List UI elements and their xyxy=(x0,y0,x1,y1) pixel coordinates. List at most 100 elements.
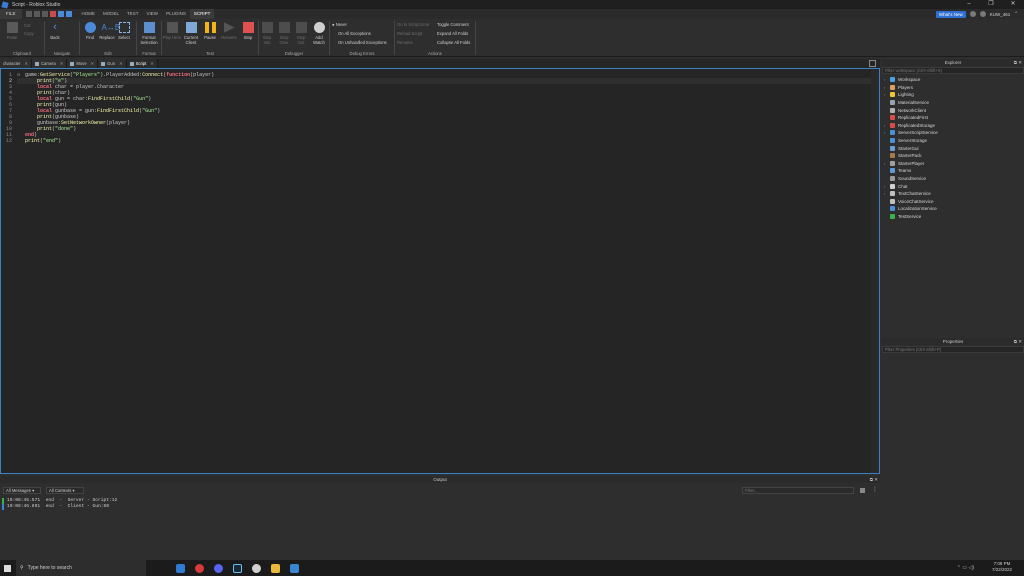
explorer-item[interactable]: › StarterPlayer xyxy=(884,160,1022,168)
taskbar-search-box[interactable]: ⚲ Type here to search xyxy=(16,560,146,576)
go-to-script-error-button[interactable]: Go to Script Error xyxy=(397,22,430,27)
steam-icon[interactable] xyxy=(233,563,242,573)
code-text[interactable]: game:GetService("Players").PlayerAdded:C… xyxy=(25,72,214,144)
play-here-button[interactable]: Play Here xyxy=(162,22,182,40)
explorer-item[interactable]: › Players xyxy=(884,84,1022,92)
file-menu[interactable]: FILE xyxy=(0,9,22,19)
collapse-ribbon-icon[interactable]: ⌃ xyxy=(1014,11,1018,17)
add-watch-button[interactable]: Add Watch xyxy=(310,22,328,45)
stop-button[interactable]: Stop xyxy=(238,22,258,40)
explorer-item[interactable]: ServerStorage xyxy=(884,137,1022,145)
doc-tab-gun[interactable]: Gun ✕ xyxy=(98,59,127,68)
explorer-item[interactable]: › Lighting xyxy=(884,91,1022,99)
file-explorer-icon[interactable] xyxy=(271,563,280,573)
clock[interactable]: 7:08 PM 7/22/2022 xyxy=(992,561,1012,573)
rename-button[interactable]: Rename xyxy=(397,40,413,45)
expand-all-folds-button[interactable]: Expand All Folds xyxy=(437,31,468,36)
output-panel-controls[interactable]: ⧉ ✕ xyxy=(870,476,878,483)
tab-view[interactable]: VIEW xyxy=(143,9,163,19)
save-icon[interactable] xyxy=(25,11,32,17)
close-button[interactable]: ✕ xyxy=(1002,0,1024,9)
explorer-item[interactable]: Teams xyxy=(884,167,1022,175)
obs-icon[interactable] xyxy=(252,563,261,573)
copy-icon[interactable] xyxy=(33,11,40,17)
format-selection-button[interactable]: Format Selection xyxy=(137,22,161,45)
duplicate-icon[interactable] xyxy=(41,11,48,17)
explorer-item[interactable]: › ServerScriptService xyxy=(884,129,1022,137)
redo-icon[interactable] xyxy=(65,11,72,17)
tab-plugins[interactable]: PLUGINS xyxy=(162,9,190,19)
discord-icon[interactable] xyxy=(214,563,223,573)
step-out-button[interactable]: Step Out xyxy=(293,22,309,45)
collapse-all-folds-button[interactable]: Collapse All Folds xyxy=(437,40,470,45)
task-view-icon[interactable] xyxy=(176,563,185,573)
explorer-item[interactable]: StarterPack xyxy=(884,152,1022,160)
tab-script[interactable]: SCRIPT xyxy=(189,9,215,19)
fold-toggle-icon[interactable]: ⊟ xyxy=(17,72,20,77)
cut-button[interactable]: Cut xyxy=(24,23,31,28)
script-editor[interactable]: 1 2 3 4 5 6 7 8 9 10 11 12 ⊟ game:GetSer… xyxy=(0,68,880,474)
explorer-item[interactable]: MaterialService xyxy=(884,99,1022,107)
back-button[interactable]: ‹ Back xyxy=(45,22,65,41)
step-over-button[interactable]: Step Over xyxy=(276,22,292,45)
opera-icon[interactable] xyxy=(195,563,204,573)
minimize-button[interactable]: – xyxy=(958,0,980,9)
stop-icon[interactable] xyxy=(49,11,56,17)
explorer-filter-input[interactable]: Filter workspace (Ctrl+Shift+X) xyxy=(882,67,1024,74)
message-filter-dropdown[interactable]: All Messages ▾ xyxy=(3,487,41,494)
explorer-item[interactable]: LocalizationService xyxy=(884,205,1022,213)
reload-script-button[interactable]: Reload Script xyxy=(397,31,422,36)
context-filter-dropdown[interactable]: All Contexts ▾ xyxy=(46,487,84,494)
user-name[interactable]: KUW_461 xyxy=(990,12,1011,17)
close-tab-icon[interactable]: ✕ xyxy=(24,61,28,66)
pause-button[interactable]: Pause xyxy=(200,22,220,40)
close-tab-icon[interactable]: ✕ xyxy=(60,61,64,66)
explorer-item[interactable]: SoundService xyxy=(884,175,1022,183)
help-icon[interactable] xyxy=(969,11,976,17)
break-all-exceptions-option[interactable]: On All Exceptions xyxy=(338,31,371,36)
start-button[interactable] xyxy=(0,560,14,576)
explorer-item[interactable]: › ReplicatedStorage xyxy=(884,122,1022,130)
doc-tab-move[interactable]: Move ✕ xyxy=(67,59,99,68)
explorer-item[interactable]: ReplicatedFirst xyxy=(884,114,1022,122)
whats-new-button[interactable]: What's New xyxy=(935,10,966,18)
explorer-panel-controls[interactable]: ⧉ ✕ xyxy=(1014,59,1022,66)
explorer-item[interactable]: TestService xyxy=(884,213,1022,221)
maximize-button[interactable]: ❐ xyxy=(980,0,1002,9)
more-options-icon[interactable]: ⋮ xyxy=(872,486,878,493)
break-never-option[interactable]: ● Never xyxy=(332,22,347,27)
properties-panel-controls[interactable]: ⧉ ✕ xyxy=(1014,338,1022,345)
doc-tab-camera[interactable]: Camera ✕ xyxy=(31,59,68,68)
doc-tab-character[interactable]: character ✕ xyxy=(0,59,32,68)
restore-editor-icon[interactable] xyxy=(869,60,876,67)
paste-button[interactable]: Paste xyxy=(2,22,22,40)
roblox-studio-taskbar-icon[interactable] xyxy=(290,563,299,573)
tab-test[interactable]: TEST xyxy=(123,9,143,19)
close-tab-icon[interactable]: ✕ xyxy=(91,61,95,66)
step-into-button[interactable]: Step Into xyxy=(259,22,275,45)
break-unhandled-option[interactable]: On Unhandled Exceptions xyxy=(338,40,387,45)
doc-tab-script[interactable]: Script ✕ xyxy=(126,59,158,68)
explorer-item[interactable]: StarterGui xyxy=(884,144,1022,152)
toggle-comment-button[interactable]: Toggle Comment xyxy=(437,22,469,27)
clear-output-icon[interactable] xyxy=(860,488,865,493)
explorer-item[interactable]: VoiceChatService xyxy=(884,198,1022,206)
properties-filter-input[interactable]: Filter Properties (Ctrl+Shift+P) xyxy=(882,346,1024,353)
code-line[interactable]: print("end") xyxy=(25,138,214,144)
undo-icon[interactable] xyxy=(57,11,64,17)
editor-scrollbar[interactable] xyxy=(871,69,879,473)
explorer-item[interactable]: › Workspace xyxy=(884,76,1022,84)
close-tab-icon[interactable]: ✕ xyxy=(119,61,123,66)
system-tray-icons[interactable]: ⌃ ▭ ◁) xyxy=(957,565,974,571)
tab-model[interactable]: MODEL xyxy=(99,9,123,19)
tab-home[interactable]: HOME xyxy=(78,9,100,19)
close-tab-icon[interactable]: ✕ xyxy=(150,61,154,66)
output-filter-input[interactable]: Filter... xyxy=(742,487,854,494)
output-log-row[interactable]: 19:08:46.891 end - Client - Gun:50 xyxy=(2,504,117,510)
current-client-button[interactable]: Current Client xyxy=(181,22,201,45)
share-icon[interactable] xyxy=(979,11,986,17)
resume-button[interactable]: Resume xyxy=(219,22,239,40)
explorer-item[interactable]: › Chat xyxy=(884,182,1022,190)
copy-button[interactable]: Copy xyxy=(24,31,34,36)
explorer-item[interactable]: NetworkClient xyxy=(884,106,1022,114)
